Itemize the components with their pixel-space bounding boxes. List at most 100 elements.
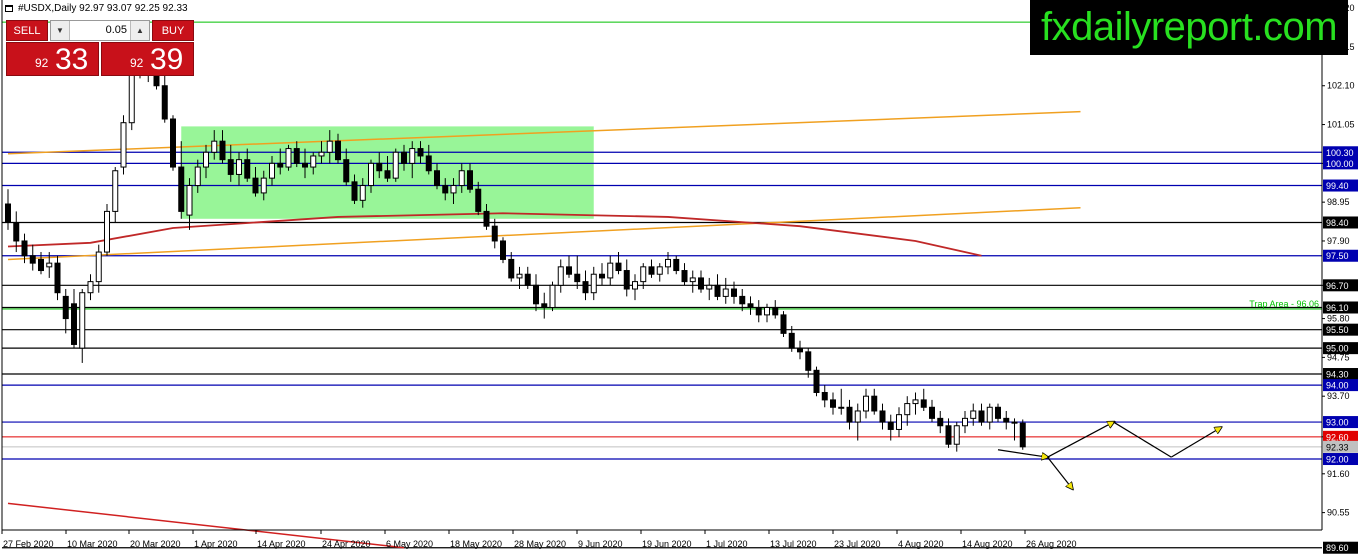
candle[interactable] [500, 237, 506, 264]
candle[interactable] [623, 259, 630, 297]
candle[interactable] [871, 388, 878, 415]
candle[interactable] [120, 115, 127, 175]
candle[interactable] [805, 348, 812, 378]
candle[interactable] [524, 266, 531, 290]
candle[interactable] [863, 388, 869, 419]
candle[interactable] [681, 263, 688, 286]
candle[interactable] [920, 388, 927, 411]
candle[interactable] [714, 274, 721, 301]
candle[interactable] [706, 277, 713, 301]
candle[interactable] [929, 399, 935, 423]
candle-body [54, 262, 61, 294]
lot-size-value[interactable]: 0.05 [106, 24, 127, 36]
candle[interactable] [830, 392, 836, 415]
candle[interactable] [912, 392, 919, 415]
candle[interactable] [896, 407, 902, 437]
candle[interactable] [995, 403, 1001, 423]
candle-body [244, 159, 251, 179]
candle[interactable] [104, 204, 110, 256]
candle[interactable] [797, 340, 803, 360]
candle-body [260, 177, 267, 194]
candle[interactable] [648, 259, 655, 278]
candle[interactable] [813, 366, 820, 397]
candle[interactable] [632, 274, 638, 301]
candle[interactable] [607, 255, 614, 286]
candle[interactable] [590, 266, 597, 301]
candle[interactable] [285, 144, 292, 171]
candle-body [689, 277, 696, 283]
candle-body [467, 170, 473, 190]
candle-body [821, 391, 828, 401]
candle-body [524, 273, 531, 286]
x-tick-label: 18 May 2020 [450, 539, 502, 549]
candle[interactable] [491, 218, 498, 249]
candle[interactable] [780, 311, 787, 338]
lot-size-field[interactable]: ▼ 0.05 ▲ [50, 20, 150, 41]
lot-increase-icon[interactable]: ▲ [130, 21, 149, 40]
candle-body [887, 421, 894, 430]
projection-arrow-down[interactable] [1047, 456, 1073, 488]
candle[interactable] [698, 270, 704, 293]
candle[interactable] [821, 385, 828, 408]
candle[interactable] [79, 289, 86, 363]
projection-arrow[interactable] [1113, 421, 1172, 458]
candle[interactable] [566, 255, 572, 278]
candle-body [854, 410, 861, 423]
candle[interactable] [54, 255, 61, 301]
projection-arrow[interactable] [997, 449, 1048, 457]
candle[interactable] [689, 270, 696, 293]
candle[interactable] [112, 167, 119, 223]
candle[interactable] [656, 263, 663, 282]
buy-price-pips: 39 [150, 43, 184, 76]
buy-button[interactable]: BUY [152, 20, 194, 41]
candle[interactable] [1019, 419, 1026, 450]
candle-body [194, 166, 201, 187]
candle[interactable] [962, 410, 968, 434]
projection-arrow[interactable] [1047, 422, 1114, 458]
candle[interactable] [87, 274, 94, 301]
candle[interactable] [1003, 410, 1010, 430]
candle-body [962, 417, 968, 427]
candle[interactable] [508, 252, 515, 282]
candle-body [953, 425, 960, 445]
candle[interactable] [557, 259, 564, 293]
sell-button[interactable]: SELL [6, 20, 48, 41]
candle[interactable] [937, 410, 944, 434]
candle[interactable] [599, 263, 605, 286]
candle[interactable] [5, 189, 11, 230]
candle[interactable] [582, 270, 589, 301]
candle-body [236, 159, 242, 175]
price-chart[interactable]: High - 103.82Trap Area - 96.06 104.20103… [0, 0, 1362, 554]
candle[interactable] [747, 296, 754, 315]
candle[interactable] [978, 403, 985, 426]
candle[interactable] [533, 274, 539, 312]
candle[interactable] [574, 255, 581, 290]
candle[interactable] [170, 115, 176, 171]
level-label: Trap Area - 96.06 [1249, 299, 1319, 309]
candle[interactable] [392, 148, 399, 182]
sell-price-button[interactable]: 92 33 [6, 42, 99, 76]
candle[interactable] [722, 277, 729, 304]
candle[interactable] [161, 74, 168, 123]
candle[interactable] [764, 303, 770, 323]
candle[interactable] [846, 399, 853, 430]
candle[interactable] [838, 388, 845, 415]
candle-body [442, 185, 449, 194]
projection-arrow[interactable] [1170, 428, 1221, 458]
candle[interactable] [904, 396, 911, 426]
candle[interactable] [541, 292, 548, 319]
lot-decrease-icon[interactable]: ▼ [51, 21, 70, 40]
candle-body [1003, 417, 1010, 423]
candle[interactable] [29, 244, 36, 271]
candle[interactable] [62, 289, 69, 334]
candle[interactable] [673, 255, 680, 275]
candle[interactable] [879, 403, 886, 430]
candle[interactable] [854, 403, 861, 441]
buy-price-button[interactable]: 92 39 [101, 42, 194, 76]
candle[interactable] [772, 300, 779, 319]
candle[interactable] [549, 281, 556, 312]
candle[interactable] [945, 418, 952, 448]
candle[interactable] [986, 403, 993, 430]
candle[interactable] [71, 289, 77, 349]
candle[interactable] [755, 300, 762, 323]
